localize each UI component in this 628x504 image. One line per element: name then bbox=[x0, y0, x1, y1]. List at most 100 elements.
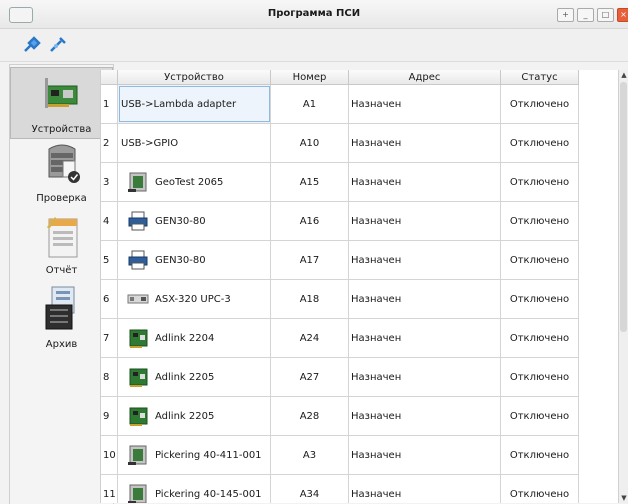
header-index bbox=[101, 70, 118, 85]
minimize-button[interactable]: _ bbox=[577, 8, 594, 22]
number-cell[interactable]: A28 bbox=[271, 397, 349, 435]
table-row[interactable]: 7 Adlink 2204 A24 Назначен Отключено bbox=[101, 319, 579, 358]
archive-icon bbox=[45, 286, 74, 330]
add-button[interactable]: + bbox=[557, 8, 574, 22]
row-index: 11 bbox=[101, 475, 118, 503]
row-index: 10 bbox=[101, 436, 118, 474]
sidebar-item-check[interactable]: Проверка bbox=[10, 141, 113, 207]
number-cell[interactable]: A17 bbox=[271, 241, 349, 279]
device-cell[interactable]: Adlink 2204 bbox=[118, 319, 271, 357]
device-name: USB->GPIO bbox=[121, 137, 179, 149]
report-icon bbox=[46, 217, 77, 258]
address-cell[interactable]: Назначен bbox=[349, 241, 501, 279]
close-button[interactable]: × bbox=[617, 8, 628, 22]
device-cell[interactable]: GEN30-80 bbox=[118, 241, 271, 279]
address-cell[interactable]: Назначен bbox=[349, 397, 501, 435]
table-row[interactable]: 2 USB->GPIO A10 Назначен Отключено bbox=[101, 124, 579, 163]
table-row[interactable]: 4 GEN30-80 A16 Назначен Отключено bbox=[101, 202, 579, 241]
address-cell[interactable]: Назначен bbox=[349, 319, 501, 357]
header-address[interactable]: Адрес bbox=[349, 70, 501, 85]
table-row[interactable]: 1 USB->Lambda adapter A1 Назначен Отключено bbox=[101, 85, 579, 124]
status-cell[interactable]: Отключено bbox=[501, 241, 579, 279]
sidebar-item-label: Отчёт bbox=[45, 265, 78, 276]
printer-icon bbox=[127, 210, 149, 232]
device-cell[interactable]: GeoTest 2065 bbox=[118, 163, 271, 201]
address-cell[interactable]: Назначен bbox=[349, 436, 501, 474]
window-title: Программа ПСИ bbox=[267, 8, 361, 19]
status-cell[interactable]: Отключено bbox=[501, 397, 579, 435]
table-row[interactable]: 8 Adlink 2205 A27 Назначен Отключено bbox=[101, 358, 579, 397]
number-cell[interactable]: A1 bbox=[271, 85, 349, 123]
maximize-button[interactable]: □ bbox=[597, 8, 614, 22]
number-cell[interactable]: A16 bbox=[271, 202, 349, 240]
row-index: 7 bbox=[101, 319, 118, 357]
status-cell[interactable]: Отключено bbox=[501, 202, 579, 240]
device-cell[interactable]: Adlink 2205 bbox=[118, 397, 271, 435]
sidebar-item-report[interactable]: Отчёт bbox=[10, 211, 113, 281]
address-cell[interactable]: Назначен bbox=[349, 124, 501, 162]
table-row[interactable]: 11 Pickering 40-145-001 A34 Назначен Отключе… bbox=[101, 475, 579, 503]
number-cell[interactable]: A3 bbox=[271, 436, 349, 474]
status-cell[interactable]: Отключено bbox=[501, 475, 579, 503]
status-cell[interactable]: Отключено bbox=[501, 163, 579, 201]
address-cell[interactable]: Назначен bbox=[349, 475, 501, 503]
status-cell[interactable]: Отключено bbox=[501, 124, 579, 162]
device-name: Adlink 2205 bbox=[155, 371, 215, 383]
row-index: 3 bbox=[101, 163, 118, 201]
sidebar-item-archive[interactable]: Архив bbox=[10, 285, 113, 351]
header-status[interactable]: Статус bbox=[501, 70, 579, 85]
scroll-down-icon[interactable]: ▼ bbox=[620, 494, 628, 502]
title-bar: Программа ПСИ + _ □ × bbox=[0, 0, 628, 29]
row-index: 1 bbox=[101, 85, 118, 123]
number-cell[interactable]: A10 bbox=[271, 124, 349, 162]
number-cell[interactable]: A24 bbox=[271, 319, 349, 357]
number-cell[interactable]: A27 bbox=[271, 358, 349, 396]
status-cell[interactable]: Отключено bbox=[501, 280, 579, 318]
status-cell[interactable]: Отключено bbox=[501, 319, 579, 357]
check-icon bbox=[48, 144, 80, 183]
device-name: USB->Lambda adapter bbox=[121, 98, 237, 110]
device-name: GEN30-80 bbox=[155, 215, 206, 227]
rack-icon bbox=[127, 288, 149, 310]
table-row[interactable]: 5 GEN30-80 A17 Назначен Отключено bbox=[101, 241, 579, 280]
device-cell[interactable]: USB->GPIO bbox=[118, 124, 271, 162]
device-name: Adlink 2204 bbox=[155, 332, 215, 344]
table-row[interactable]: 9 Adlink 2205 A28 Назначен Отключено bbox=[101, 397, 579, 436]
header-number[interactable]: Номер bbox=[271, 70, 349, 85]
table-row[interactable]: 3 GeoTest 2065 A15 Назначен Отключено bbox=[101, 163, 579, 202]
status-cell[interactable]: Отключено bbox=[501, 436, 579, 474]
device-cell[interactable]: ASX-320 UPC-3 bbox=[118, 280, 271, 318]
scroll-up-icon[interactable]: ▲ bbox=[620, 71, 628, 79]
address-cell[interactable]: Назначен bbox=[349, 202, 501, 240]
device-cell[interactable]: Pickering 40-411-001 bbox=[118, 436, 271, 474]
vertical-scrollbar[interactable]: ▲ ▼ bbox=[618, 70, 628, 503]
address-cell[interactable]: Назначен bbox=[349, 85, 501, 123]
scroll-thumb[interactable] bbox=[620, 82, 627, 332]
device-cell[interactable]: Pickering 40-145-001 bbox=[118, 475, 271, 503]
address-cell[interactable]: Назначен bbox=[349, 163, 501, 201]
number-cell[interactable]: A15 bbox=[271, 163, 349, 201]
status-cell[interactable]: Отключено bbox=[501, 358, 579, 396]
device-name: ASX-320 UPC-3 bbox=[155, 293, 231, 305]
card-icon bbox=[127, 444, 149, 466]
header-device[interactable]: Устройство bbox=[118, 70, 271, 85]
sidebar-item-label: Архив bbox=[45, 339, 78, 350]
address-cell[interactable]: Назначен bbox=[349, 358, 501, 396]
connect-icon[interactable] bbox=[22, 35, 42, 55]
status-cell[interactable]: Отключено bbox=[501, 85, 579, 123]
table-row[interactable]: 10 Pickering 40-411-001 A3 Назначен Отключен… bbox=[101, 436, 579, 475]
sidebar-item-devices[interactable]: Устройства bbox=[10, 67, 113, 139]
number-cell[interactable]: A18 bbox=[271, 280, 349, 318]
device-name: GeoTest 2065 bbox=[155, 176, 224, 188]
device-name: Adlink 2205 bbox=[155, 410, 215, 422]
device-name: GEN30-80 bbox=[155, 254, 206, 266]
row-index: 5 bbox=[101, 241, 118, 279]
devices-icon bbox=[44, 78, 77, 108]
device-cell[interactable]: Adlink 2205 bbox=[118, 358, 271, 396]
table-row[interactable]: 6 ASX-320 UPC-3 A18 Назначен Отключено bbox=[101, 280, 579, 319]
number-cell[interactable]: A34 bbox=[271, 475, 349, 503]
disconnect-icon[interactable] bbox=[48, 35, 68, 55]
device-cell[interactable]: GEN30-80 bbox=[118, 202, 271, 240]
device-cell[interactable]: USB->Lambda adapter bbox=[118, 85, 271, 123]
address-cell[interactable]: Назначен bbox=[349, 280, 501, 318]
